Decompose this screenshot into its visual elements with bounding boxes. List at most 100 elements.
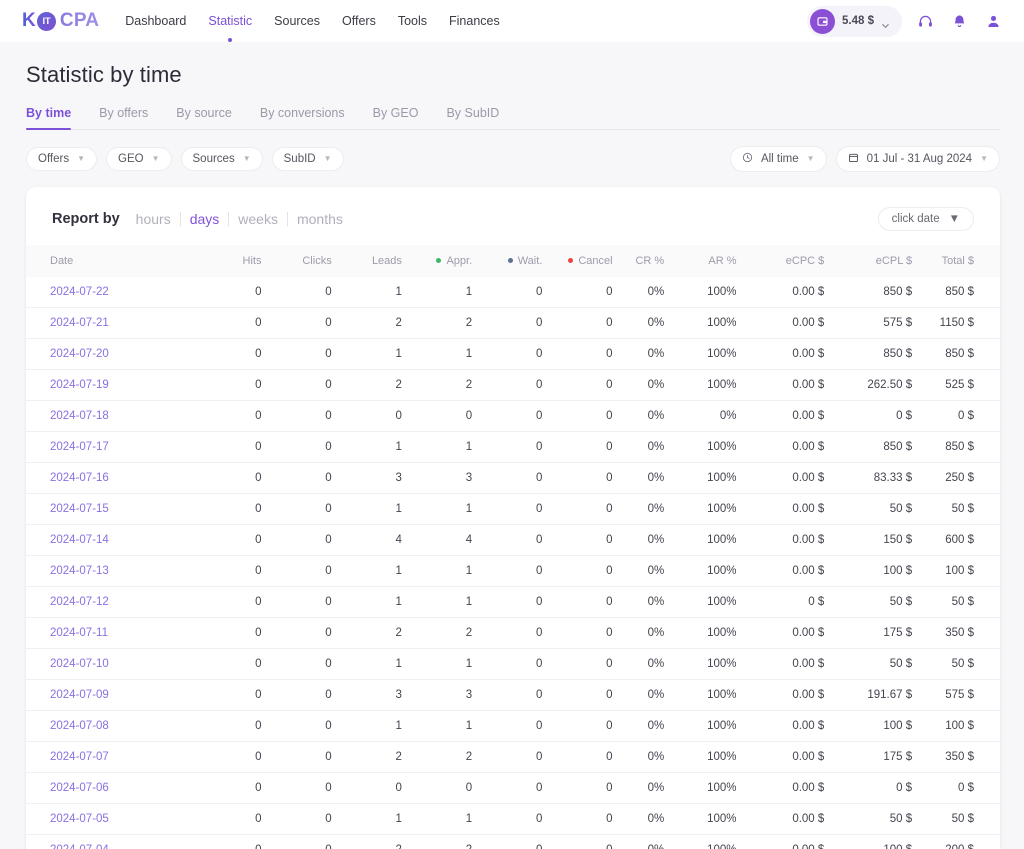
cell-date[interactable]: 2024-07-20: [26, 338, 192, 370]
date-link[interactable]: 2024-07-07: [50, 751, 109, 763]
cell-date[interactable]: 2024-07-11: [26, 617, 192, 649]
cell-date[interactable]: 2024-07-04: [26, 834, 192, 849]
table-row[interactable]: 2024-07-06 0 0 0 0 0 0 0% 100% 0.00 $ 0 $ 0 $: [26, 772, 1000, 804]
filter-chip-subid[interactable]: SubID ▼: [271, 147, 344, 171]
column-header-cr[interactable]: CR %: [613, 245, 664, 277]
tab-by-subid[interactable]: By SubID: [446, 106, 499, 129]
column-header-ecpl[interactable]: eCPL $: [824, 245, 912, 277]
date-link[interactable]: 2024-07-20: [50, 348, 109, 360]
date-link[interactable]: 2024-07-05: [50, 813, 109, 825]
tab-by-offers[interactable]: By offers: [99, 106, 148, 129]
table-row[interactable]: 2024-07-19 0 0 2 2 0 0 0% 100% 0.00 $ 262.50 $ 525 …: [26, 369, 1000, 401]
cell-date[interactable]: 2024-07-10: [26, 648, 192, 680]
headset-icon[interactable]: [914, 10, 936, 32]
column-header-hits[interactable]: Hits: [191, 245, 262, 277]
cell-date[interactable]: 2024-07-21: [26, 307, 192, 339]
report-option-weeks[interactable]: weeks: [229, 211, 287, 227]
table-row[interactable]: 2024-07-07 0 0 2 2 0 0 0% 100% 0.00 $ 175 $ 350 $: [26, 741, 1000, 773]
cell-date[interactable]: 2024-07-14: [26, 524, 192, 556]
app-logo[interactable]: K IT CPA: [22, 10, 99, 32]
table-row[interactable]: 2024-07-21 0 0 2 2 0 0 0% 100% 0.00 $ 575 $ 1150 $: [26, 307, 1000, 339]
cell-value: 1: [465, 503, 473, 515]
cell-date[interactable]: 2024-07-09: [26, 679, 192, 711]
date-link[interactable]: 2024-07-18: [50, 410, 109, 422]
table-row[interactable]: 2024-07-10 0 0 1 1 0 0 0% 100% 0.00 $ 50 $ 50 $: [26, 648, 1000, 680]
cell-date[interactable]: 2024-07-06: [26, 772, 192, 804]
nav-item-sources[interactable]: Sources: [274, 12, 320, 30]
cell-date[interactable]: 2024-07-13: [26, 555, 192, 587]
cell-date[interactable]: 2024-07-19: [26, 369, 192, 401]
table-row[interactable]: 2024-07-11 0 0 2 2 0 0 0% 100% 0.00 $ 175 $ 350 $: [26, 617, 1000, 649]
tab-by-time[interactable]: By time: [26, 106, 72, 130]
table-row[interactable]: 2024-07-22 0 0 1 1 0 0 0% 100% 0.00 $ 850 $ 850 $: [26, 277, 1000, 308]
date-link[interactable]: 2024-07-19: [50, 379, 109, 391]
column-header-leads[interactable]: Leads: [332, 245, 402, 277]
cell-date[interactable]: 2024-07-15: [26, 493, 192, 525]
cell-date[interactable]: 2024-07-08: [26, 710, 192, 742]
cell-date[interactable]: 2024-07-17: [26, 431, 192, 463]
cell-wait: 0: [472, 710, 543, 742]
tab-by-geo[interactable]: By GEO: [373, 106, 419, 129]
date-link[interactable]: 2024-07-14: [50, 534, 109, 546]
cell-date[interactable]: 2024-07-07: [26, 741, 192, 773]
report-option-days[interactable]: days: [181, 211, 229, 227]
filter-chip-offers[interactable]: Offers ▼: [26, 147, 98, 171]
nav-item-statistic[interactable]: Statistic: [208, 12, 252, 30]
cell-date[interactable]: 2024-07-18: [26, 400, 192, 432]
date-link[interactable]: 2024-07-13: [50, 565, 109, 577]
date-link[interactable]: 2024-07-06: [50, 782, 109, 794]
column-header-clicks[interactable]: Clicks: [261, 245, 331, 277]
column-header-ecpc[interactable]: eCPC $: [737, 245, 825, 277]
table-row[interactable]: 2024-07-16 0 0 3 3 0 0 0% 100% 0.00 $ 83.33 $ 250 $: [26, 462, 1000, 494]
bell-icon[interactable]: [948, 10, 970, 32]
table-row[interactable]: 2024-07-09 0 0 3 3 0 0 0% 100% 0.00 $ 191.67 $ 575 …: [26, 679, 1000, 711]
date-link[interactable]: 2024-07-10: [50, 658, 109, 670]
filter-chip-geo[interactable]: GEO ▼: [106, 147, 172, 171]
period-filter-all-time[interactable]: All time ▼: [729, 146, 827, 172]
tab-by-conversions[interactable]: By conversions: [260, 106, 345, 129]
nav-item-offers[interactable]: Offers: [342, 12, 376, 30]
filter-chip-sources[interactable]: Sources ▼: [180, 147, 263, 171]
date-link[interactable]: 2024-07-21: [50, 317, 109, 329]
column-header-ar[interactable]: AR %: [664, 245, 736, 277]
date-link[interactable]: 2024-07-11: [50, 627, 108, 639]
date-link[interactable]: 2024-07-08: [50, 720, 109, 732]
cell-leads: 1: [331, 493, 402, 525]
click-date-dropdown[interactable]: click date ▼: [877, 207, 974, 231]
nav-item-tools[interactable]: Tools: [398, 12, 427, 30]
table-row[interactable]: 2024-07-12 0 0 1 1 0 0 0% 100% 0 $ 50 $ 50 $: [26, 586, 1000, 618]
column-header-appr[interactable]: Appr.: [402, 245, 472, 277]
date-link[interactable]: 2024-07-12: [50, 596, 109, 608]
table-row[interactable]: 2024-07-05 0 0 1 1 0 0 0% 100% 0.00 $ 50 $ 50 $: [26, 803, 1000, 835]
cell-date[interactable]: 2024-07-05: [26, 803, 192, 835]
table-row[interactable]: 2024-07-20 0 0 1 1 0 0 0% 100% 0.00 $ 850 $ 850 $: [26, 338, 1000, 370]
date-link[interactable]: 2024-07-15: [50, 503, 109, 515]
cell-date[interactable]: 2024-07-22: [26, 277, 192, 308]
cell-date[interactable]: 2024-07-12: [26, 586, 192, 618]
nav-item-dashboard[interactable]: Dashboard: [125, 12, 186, 30]
report-option-months[interactable]: months: [288, 211, 352, 227]
date-link[interactable]: 2024-07-22: [50, 286, 109, 298]
date-link[interactable]: 2024-07-04: [50, 844, 109, 849]
balance-widget[interactable]: 5.48 $: [807, 5, 902, 37]
date-link[interactable]: 2024-07-09: [50, 689, 109, 701]
table-row[interactable]: 2024-07-15 0 0 1 1 0 0 0% 100% 0.00 $ 50 $ 50 $: [26, 493, 1000, 525]
table-row[interactable]: 2024-07-17 0 0 1 1 0 0 0% 100% 0.00 $ 850 $ 850 $: [26, 431, 1000, 463]
date-range-filter[interactable]: 01 Jul - 31 Aug 2024 ▼: [835, 146, 1000, 172]
column-header-cancel[interactable]: Cancel: [542, 245, 613, 277]
date-link[interactable]: 2024-07-16: [50, 472, 109, 484]
column-header-date[interactable]: Date: [26, 245, 191, 277]
table-row[interactable]: 2024-07-13 0 0 1 1 0 0 0% 100% 0.00 $ 100 $ 100 $: [26, 555, 1000, 587]
report-option-hours[interactable]: hours: [127, 211, 180, 227]
cell-date[interactable]: 2024-07-16: [26, 462, 192, 494]
column-header-wait[interactable]: Wait.: [472, 245, 542, 277]
tab-by-source[interactable]: By source: [176, 106, 232, 129]
column-header-total[interactable]: Total $: [912, 245, 1000, 277]
table-row[interactable]: 2024-07-14 0 0 4 4 0 0 0% 100% 0.00 $ 150 $ 600 $: [26, 524, 1000, 556]
nav-item-finances[interactable]: Finances: [449, 12, 500, 30]
user-icon[interactable]: [982, 10, 1004, 32]
table-row[interactable]: 2024-07-04 0 0 2 2 0 0 0% 100% 0.00 $ 100 $ 200 $: [26, 834, 1000, 849]
table-row[interactable]: 2024-07-08 0 0 1 1 0 0 0% 100% 0.00 $ 100 $ 100 $: [26, 710, 1000, 742]
date-link[interactable]: 2024-07-17: [50, 441, 109, 453]
table-row[interactable]: 2024-07-18 0 0 0 0 0 0 0% 0% 0.00 $ 0 $ 0 $: [26, 400, 1000, 432]
